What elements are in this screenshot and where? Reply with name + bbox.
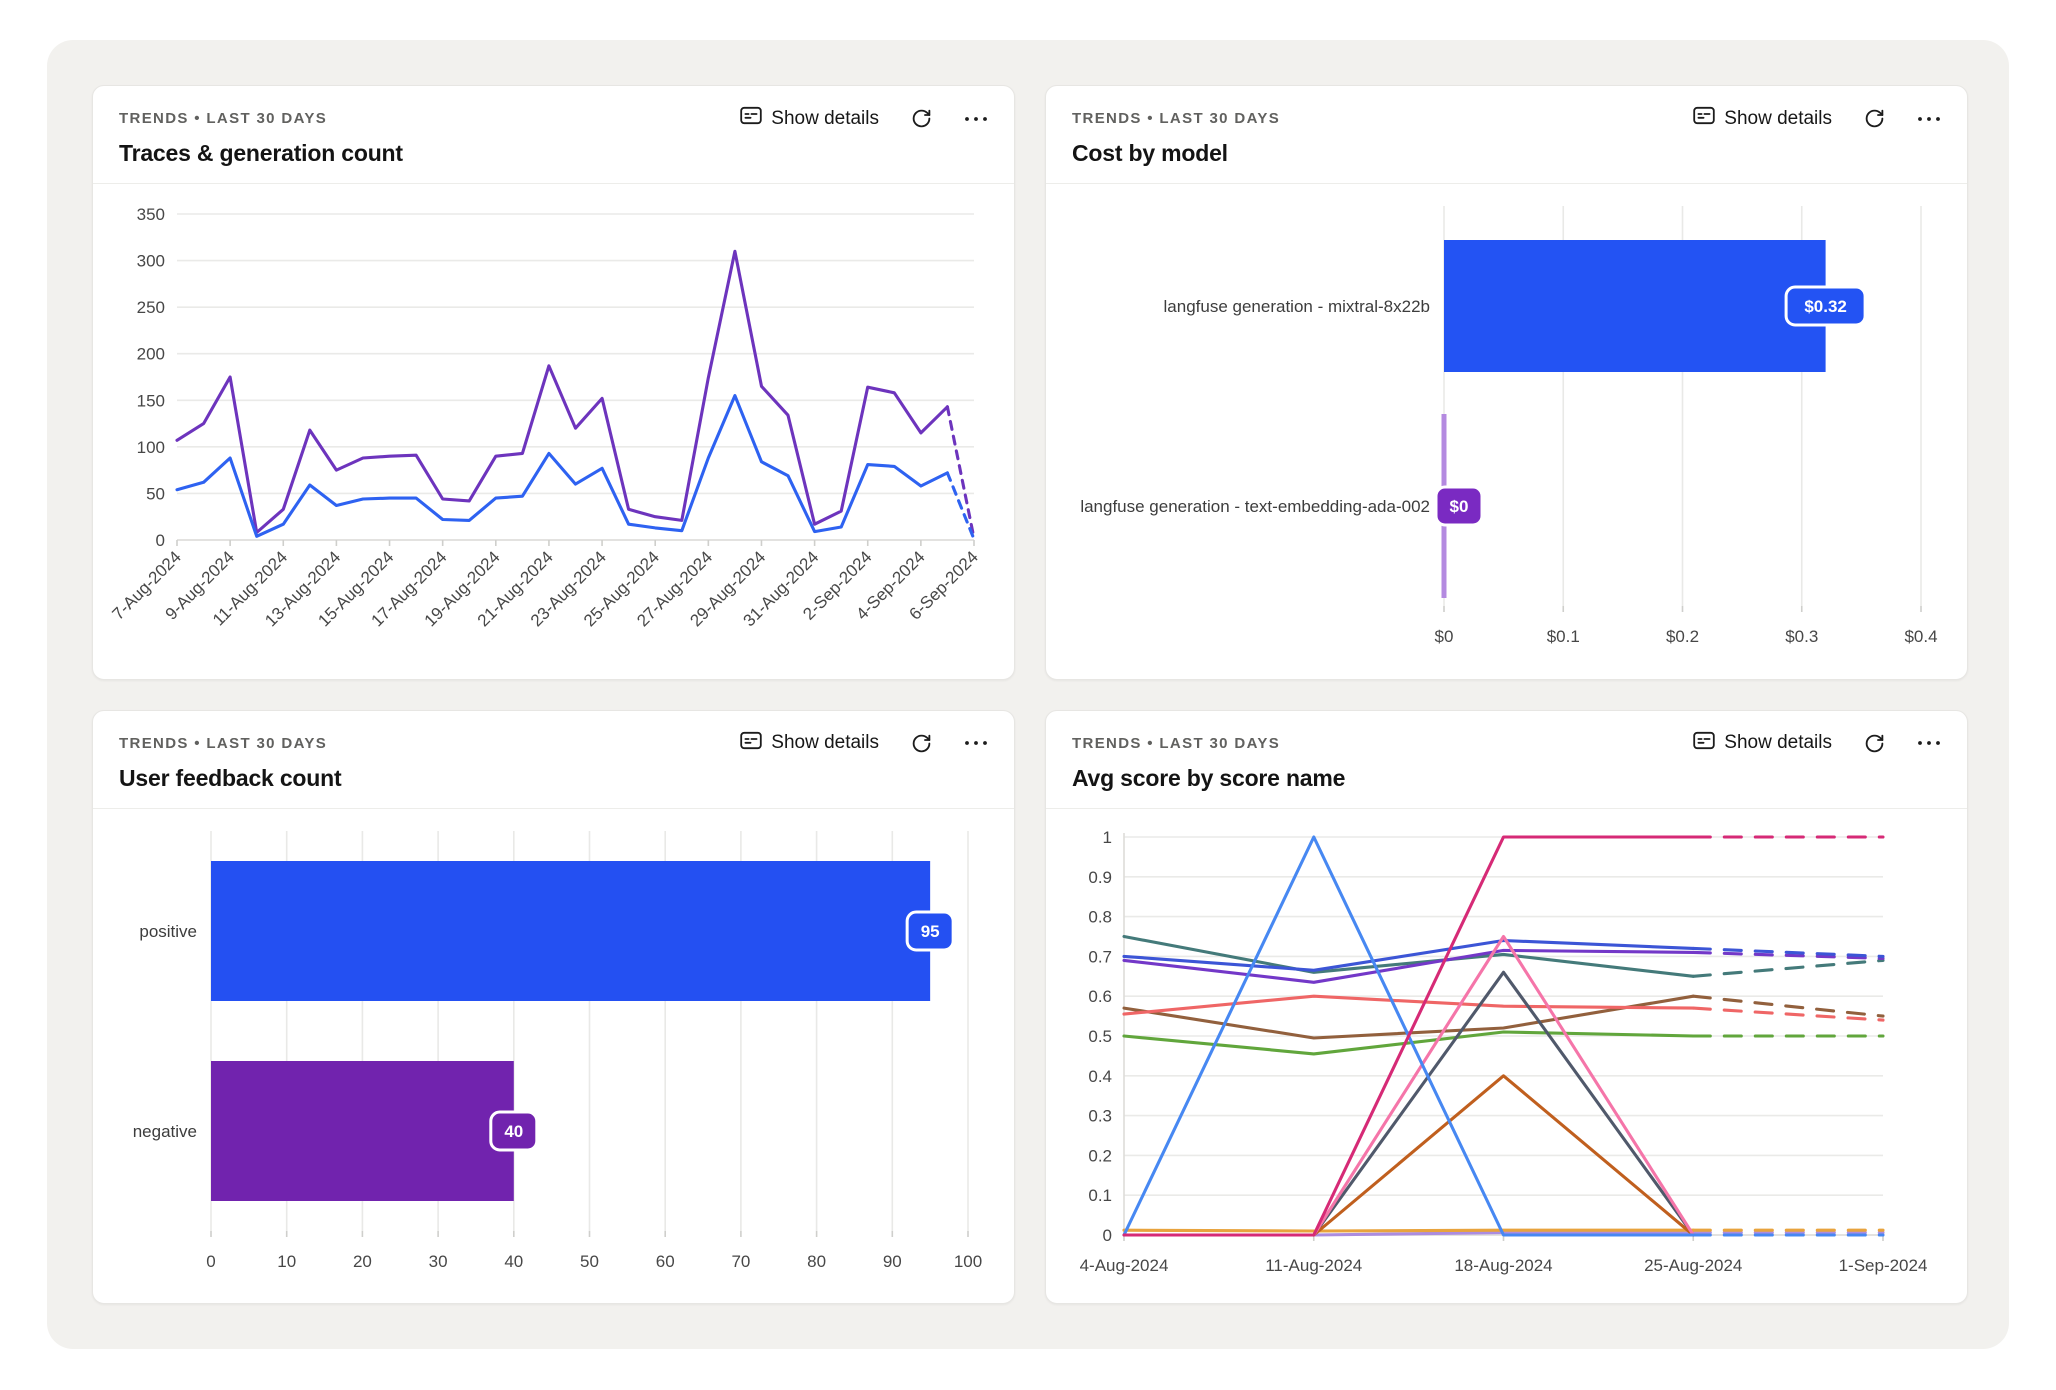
svg-text:95: 95: [921, 922, 940, 941]
show-details-label: Show details: [1724, 108, 1832, 130]
svg-text:0.5: 0.5: [1088, 1027, 1112, 1046]
card-title: Cost by model: [1072, 140, 1941, 167]
svg-text:18-Aug-2024: 18-Aug-2024: [1454, 1256, 1552, 1275]
svg-text:0.4: 0.4: [1088, 1066, 1112, 1085]
avg-score-line-chart[interactable]: 0 0.1 0.2 0.3 0.4 0.5 0.6 0.7 0.8 0.9 1 4-Aug-2024 1…: [1072, 817, 1941, 1294]
card-eyebrow: TRENDS • LAST 30 DAYS: [1072, 735, 1280, 752]
card-title: Traces & generation count: [119, 140, 988, 167]
more-options-button[interactable]: [964, 116, 988, 122]
refresh-button[interactable]: [1864, 733, 1885, 754]
refresh-button[interactable]: [1864, 108, 1885, 129]
svg-text:200: 200: [137, 345, 165, 364]
card-cost-by-model: TRENDS • LAST 30 DAYS Show details: [1045, 85, 1968, 680]
card-header: TRENDS • LAST 30 DAYS Show details: [93, 731, 1014, 809]
card-eyebrow: TRENDS • LAST 30 DAYS: [119, 735, 327, 752]
svg-text:50: 50: [580, 1252, 599, 1271]
svg-text:40: 40: [504, 1122, 523, 1141]
card-title: User feedback count: [119, 765, 988, 792]
svg-text:$0.32: $0.32: [1804, 297, 1847, 316]
more-options-button[interactable]: [1917, 740, 1941, 746]
show-details-button[interactable]: Show details: [740, 731, 879, 756]
details-icon: [740, 731, 762, 756]
svg-text:4-Aug-2024: 4-Aug-2024: [1080, 1256, 1169, 1275]
svg-text:0.2: 0.2: [1088, 1146, 1112, 1165]
card-user-feedback-count: TRENDS • LAST 30 DAYS Show details: [92, 710, 1015, 1305]
svg-text:10: 10: [277, 1252, 296, 1271]
svg-text:$0: $0: [1450, 497, 1469, 516]
svg-text:80: 80: [807, 1252, 826, 1271]
more-options-button[interactable]: [964, 740, 988, 746]
svg-text:70: 70: [731, 1252, 750, 1271]
cost-by-model-bar-chart[interactable]: $0 $0.1 $0.2 $0.3 $0.4 langfuse generation - …: [1072, 192, 1941, 669]
svg-text:1-Sep-2024: 1-Sep-2024: [1839, 1256, 1928, 1275]
traces-generation-chart-svg[interactable]: 0501001502002503003507-Aug-20249-Aug-202…: [119, 192, 988, 662]
svg-text:90: 90: [883, 1252, 902, 1271]
svg-text:negative: negative: [133, 1122, 197, 1141]
svg-text:30: 30: [429, 1252, 448, 1271]
svg-text:langfuse generation - text-emb: langfuse generation - text-embedding-ada…: [1080, 497, 1430, 516]
svg-text:langfuse generation - mixtral-: langfuse generation - mixtral-8x22b: [1164, 297, 1430, 316]
refresh-button[interactable]: [911, 108, 932, 129]
svg-text:$0: $0: [1435, 627, 1454, 646]
show-details-button[interactable]: Show details: [740, 106, 879, 131]
svg-text:0.9: 0.9: [1088, 867, 1112, 886]
card-header: TRENDS • LAST 30 DAYS Show details: [1046, 106, 1967, 184]
svg-text:0: 0: [156, 531, 165, 550]
cost-by-model-chart-svg[interactable]: $0 $0.1 $0.2 $0.3 $0.4 langfuse generation - …: [1072, 192, 1941, 662]
svg-text:1: 1: [1103, 828, 1112, 847]
svg-text:0.8: 0.8: [1088, 907, 1112, 926]
svg-text:0.6: 0.6: [1088, 987, 1112, 1006]
traces-generation-line-chart[interactable]: 0501001502002503003507-Aug-20249-Aug-202…: [119, 192, 988, 669]
svg-text:11-Aug-2024: 11-Aug-2024: [1265, 1256, 1362, 1275]
dashboard-panel: TRENDS • LAST 30 DAYS Show details: [47, 40, 2009, 1349]
card-avg-score-by-name: TRENDS • LAST 30 DAYS Show details: [1045, 710, 1968, 1305]
card-title: Avg score by score name: [1072, 765, 1941, 792]
refresh-button[interactable]: [911, 733, 932, 754]
avg-score-chart-svg[interactable]: 0 0.1 0.2 0.3 0.4 0.5 0.6 0.7 0.8 0.9 1 4-Aug-2024 1…: [1072, 817, 1941, 1287]
svg-text:60: 60: [656, 1252, 675, 1271]
show-details-label: Show details: [771, 732, 879, 754]
svg-text:positive: positive: [139, 922, 197, 941]
show-details-button[interactable]: Show details: [1693, 106, 1832, 131]
svg-text:$0.2: $0.2: [1666, 627, 1699, 646]
show-details-label: Show details: [771, 108, 879, 130]
svg-text:150: 150: [137, 391, 165, 410]
card-header: TRENDS • LAST 30 DAYS Show details: [93, 106, 1014, 184]
details-icon: [1693, 731, 1715, 756]
svg-text:$0.4: $0.4: [1904, 627, 1937, 646]
svg-text:350: 350: [137, 205, 165, 224]
show-details-label: Show details: [1724, 732, 1832, 754]
card-header: TRENDS • LAST 30 DAYS Show details: [1046, 731, 1967, 809]
svg-text:0: 0: [1103, 1226, 1112, 1245]
svg-text:300: 300: [137, 252, 165, 271]
user-feedback-bar-chart[interactable]: 0 10 20 30 40 50 60 70 80 90 100 positive 95 negative…: [119, 817, 988, 1294]
svg-text:0.1: 0.1: [1088, 1186, 1112, 1205]
svg-text:20: 20: [353, 1252, 372, 1271]
card-eyebrow: TRENDS • LAST 30 DAYS: [1072, 110, 1280, 127]
card-eyebrow: TRENDS • LAST 30 DAYS: [119, 110, 327, 127]
details-icon: [1693, 106, 1715, 131]
svg-text:0: 0: [206, 1252, 215, 1271]
show-details-button[interactable]: Show details: [1693, 731, 1832, 756]
more-options-button[interactable]: [1917, 116, 1941, 122]
svg-text:50: 50: [146, 484, 165, 503]
svg-text:$0.1: $0.1: [1547, 627, 1580, 646]
svg-text:0.3: 0.3: [1088, 1106, 1112, 1125]
svg-text:100: 100: [954, 1252, 982, 1271]
details-icon: [740, 106, 762, 131]
svg-text:250: 250: [137, 298, 165, 317]
svg-text:0.7: 0.7: [1088, 947, 1112, 966]
svg-text:100: 100: [137, 438, 165, 457]
svg-text:25-Aug-2024: 25-Aug-2024: [1644, 1256, 1742, 1275]
svg-text:40: 40: [504, 1252, 523, 1271]
card-traces-generation-count: TRENDS • LAST 30 DAYS Show details: [92, 85, 1015, 680]
user-feedback-chart-svg[interactable]: 0 10 20 30 40 50 60 70 80 90 100 positive 95 negative…: [119, 817, 988, 1287]
svg-text:$0.3: $0.3: [1785, 627, 1818, 646]
